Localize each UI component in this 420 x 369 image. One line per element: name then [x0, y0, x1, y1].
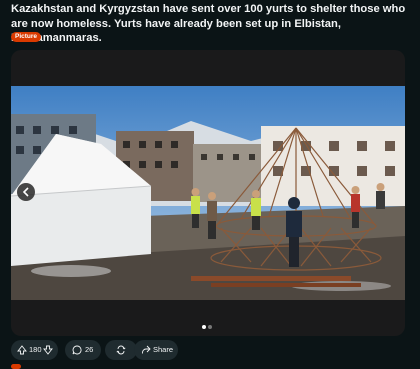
- flair-badge[interactable]: Picture: [11, 32, 42, 42]
- vote-count: 180: [29, 345, 42, 354]
- crosspost-button[interactable]: [105, 340, 137, 360]
- vote-control: 180: [11, 340, 58, 360]
- avatar: [11, 364, 21, 369]
- comment-count: 26: [85, 345, 94, 354]
- share-icon: [142, 345, 151, 354]
- share-label: Share: [153, 345, 174, 354]
- image-gallery[interactable]: [11, 50, 405, 336]
- pagination-dot[interactable]: [208, 325, 212, 329]
- pagination-dot-active[interactable]: [202, 325, 206, 329]
- crosspost-icon: [116, 345, 126, 355]
- yurt-photo: [11, 86, 405, 300]
- post-title[interactable]: Kazakhstan and Kyrgyzstan have sent over…: [11, 2, 411, 46]
- gallery-pagination: [201, 316, 213, 329]
- chevron-left-icon[interactable]: [17, 183, 35, 201]
- downvote-icon[interactable]: [43, 345, 53, 355]
- upvote-icon[interactable]: [17, 345, 27, 355]
- comment-icon: [72, 345, 82, 355]
- comments-button[interactable]: 26: [65, 340, 101, 360]
- share-button[interactable]: Share: [134, 340, 178, 360]
